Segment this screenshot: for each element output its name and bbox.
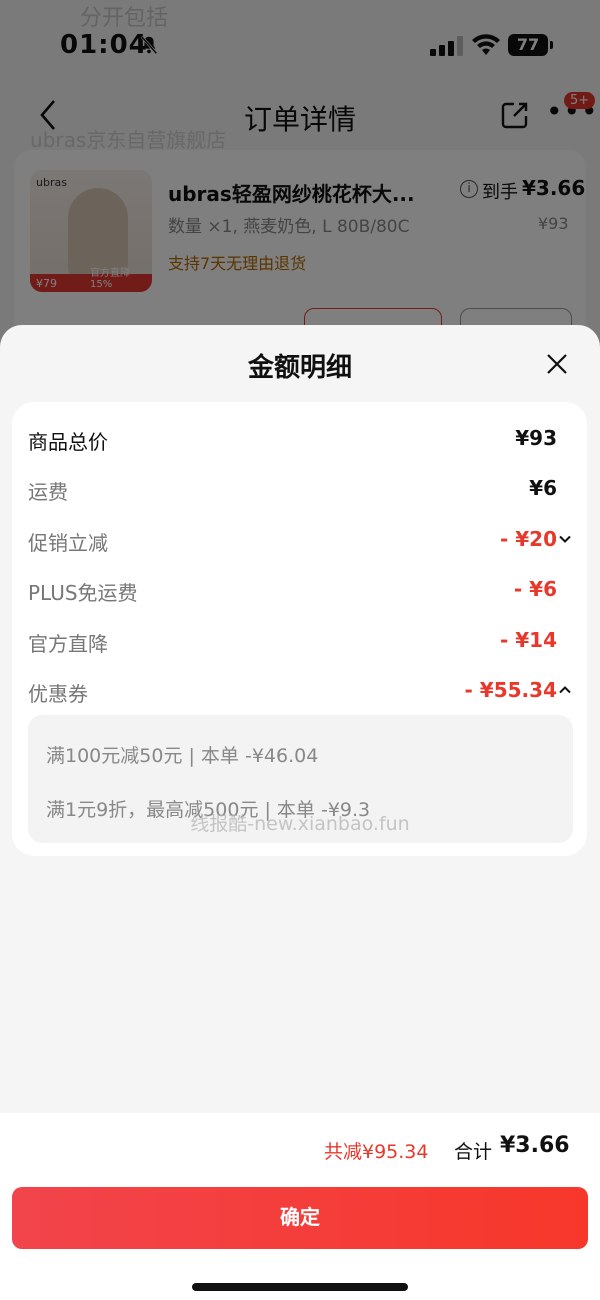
- total-amount: ¥3.66: [500, 1133, 570, 1158]
- row-shipping: 运费 ¥6: [28, 476, 571, 506]
- row-label: 商品总价: [28, 430, 108, 454]
- watermark: 线报酷-new.xianbao.fun: [190, 813, 410, 835]
- close-icon[interactable]: [546, 353, 568, 375]
- total-reduction: 共减¥95.34: [324, 1141, 429, 1163]
- row-label: 运费: [28, 480, 68, 504]
- row-label: 官方直降: [28, 632, 108, 656]
- row-value: - ¥6: [513, 577, 557, 601]
- total-label: 合计: [454, 1141, 493, 1163]
- amount-detail-card: 商品总价 ¥93 运费 ¥6 促销立减 - ¥20 PLUS免运费 - ¥6 官…: [12, 402, 587, 856]
- row-label: 优惠券: [28, 682, 88, 706]
- sheet-footer: 确定: [0, 1179, 600, 1300]
- sheet-title: 金额明细: [247, 353, 352, 383]
- row-value: - ¥55.34: [464, 678, 557, 702]
- chevron-up-icon[interactable]: [559, 684, 571, 696]
- row-plus-free-shipping: PLUS免运费 - ¥6: [28, 577, 571, 607]
- row-value: - ¥14: [499, 628, 557, 652]
- confirm-button[interactable]: 确定: [12, 1187, 588, 1249]
- row-promo-discount[interactable]: 促销立减 - ¥20: [28, 527, 571, 557]
- total-bar: 共减¥95.34 合计 ¥3.66: [0, 1113, 600, 1179]
- amount-detail-sheet: 金额明细 商品总价 ¥93 运费 ¥6 促销立减 - ¥20 PLUS免运费 -…: [0, 325, 600, 1300]
- row-coupon[interactable]: 优惠券 - ¥55.34: [28, 678, 571, 708]
- row-label: 促销立减: [28, 531, 108, 555]
- home-indicator[interactable]: [192, 1283, 408, 1291]
- row-official-discount: 官方直降 - ¥14: [28, 628, 571, 658]
- row-goods-total: 商品总价 ¥93: [28, 426, 571, 456]
- row-label: PLUS免运费: [28, 581, 138, 605]
- row-value: - ¥20: [499, 527, 557, 551]
- chevron-down-icon[interactable]: [559, 533, 571, 545]
- row-value: ¥6: [529, 476, 557, 500]
- coupon-item: 满100元减50元 | 本单 -¥46.04: [46, 745, 319, 767]
- row-value: ¥93: [515, 426, 557, 450]
